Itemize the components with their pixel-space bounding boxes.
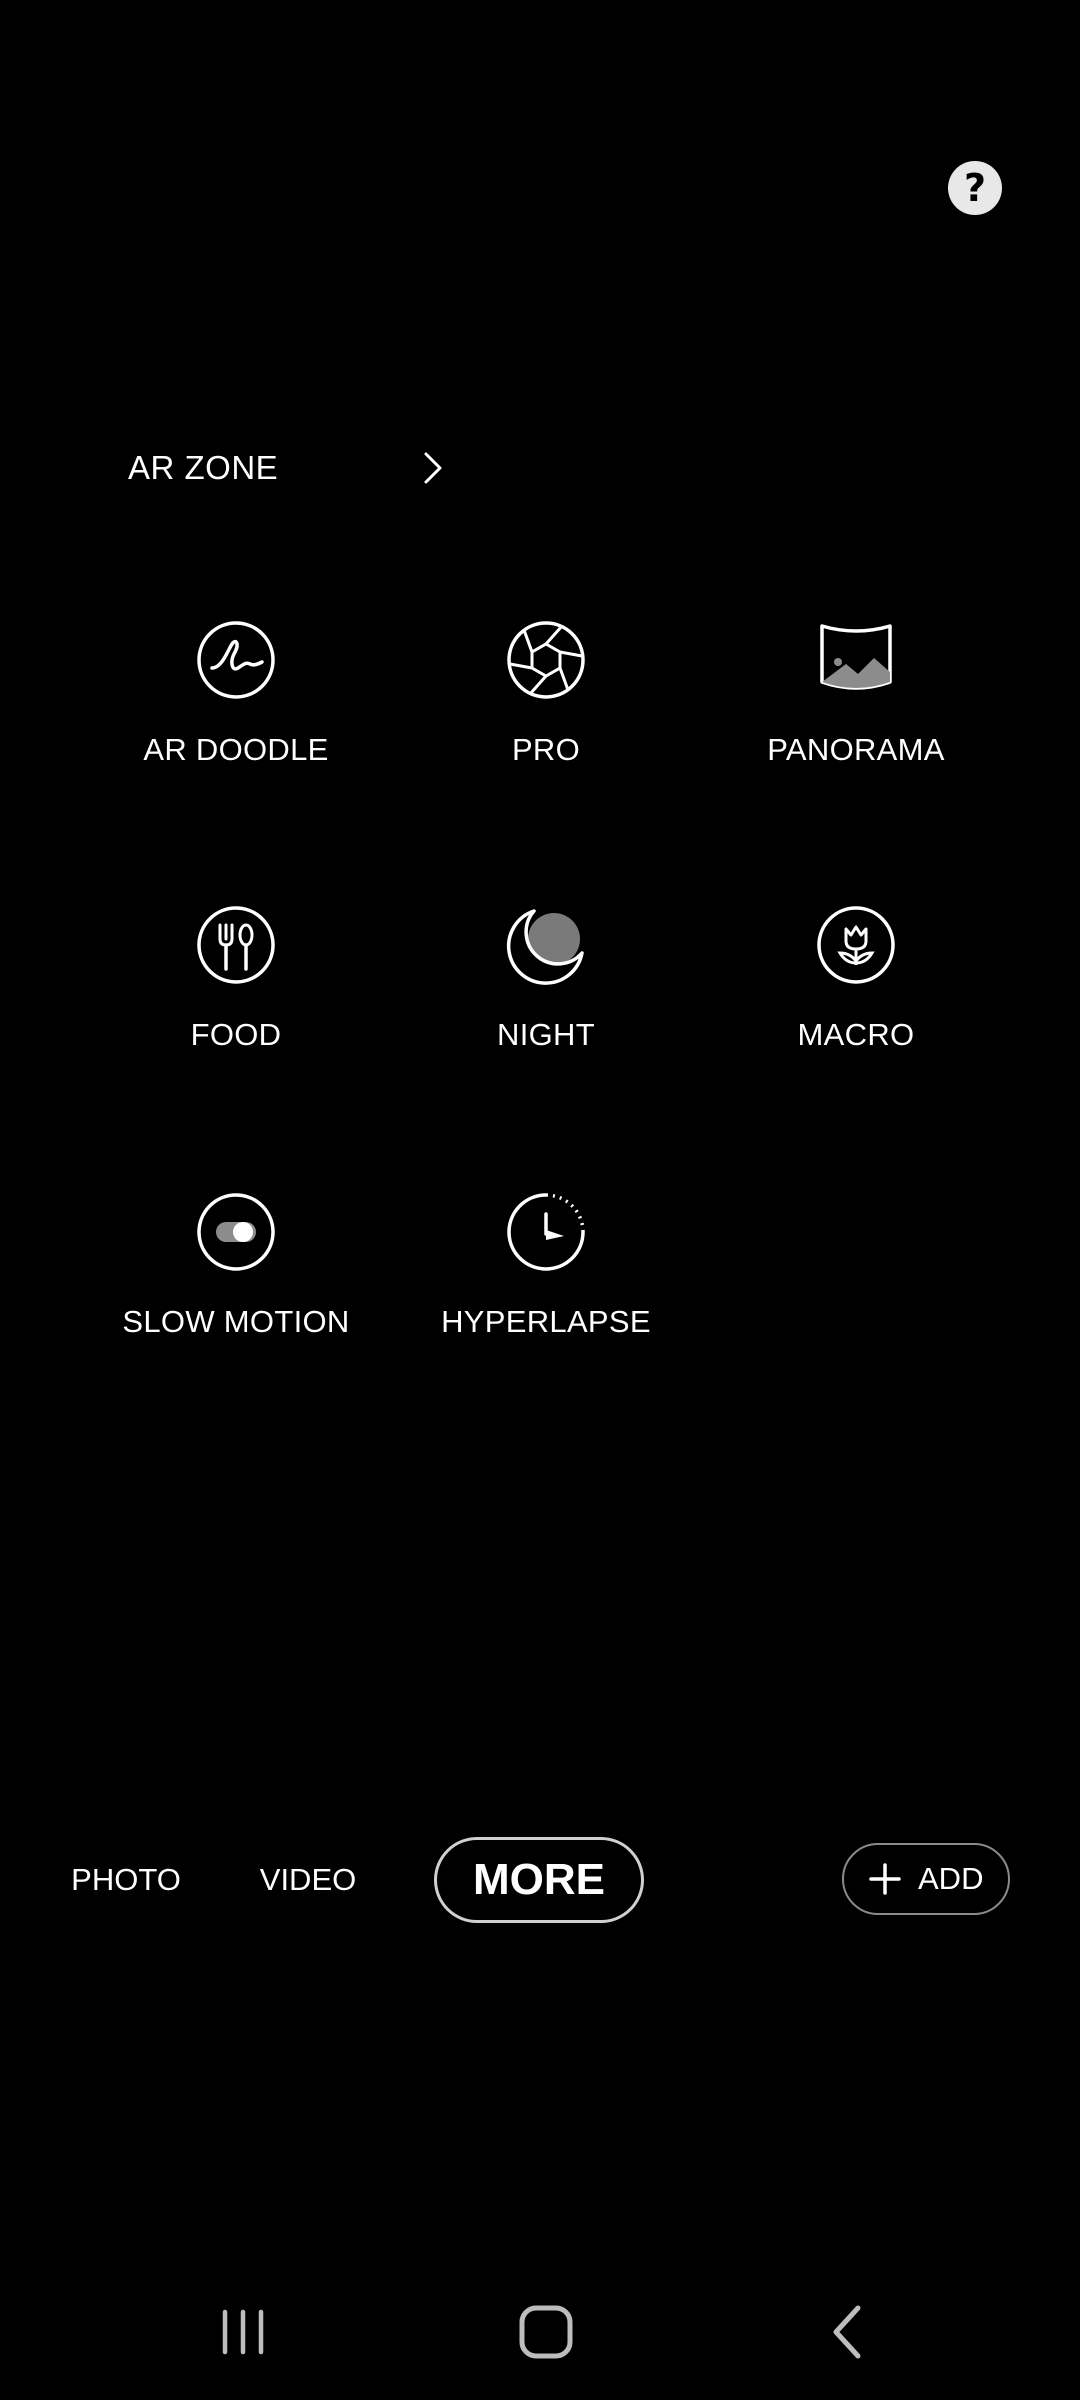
mode-label: MACRO — [797, 1017, 915, 1052]
add-button[interactable]: ADD — [842, 1843, 1010, 1915]
ar-zone-label: AR ZONE — [128, 449, 279, 486]
add-label: ADD — [918, 1861, 984, 1896]
ar-zone-link[interactable]: AR ZONE — [128, 438, 458, 498]
mode-label: AR DOODLE — [143, 732, 329, 767]
tab-video[interactable]: VIDEO — [238, 1845, 378, 1915]
flower-icon — [817, 906, 895, 984]
mode-label: SLOW MOTION — [122, 1304, 350, 1339]
chevron-right-icon — [424, 452, 442, 484]
mode-label: FOOD — [190, 1017, 282, 1052]
slow-motion-icon — [197, 1193, 275, 1271]
mode-hyperlapse[interactable]: HYPERLAPSE — [396, 1192, 696, 1372]
ar-doodle-icon — [197, 621, 275, 699]
timer-clock-icon — [507, 1193, 585, 1271]
mode-panorama[interactable]: PANORAMA — [706, 620, 1006, 800]
mode-ar-doodle[interactable]: AR DOODLE — [86, 620, 386, 800]
fork-spoon-icon — [197, 906, 275, 984]
tab-more[interactable]: MORE — [434, 1837, 644, 1923]
aperture-icon — [507, 621, 585, 699]
back-icon[interactable] — [812, 2300, 882, 2364]
moon-icon — [506, 909, 584, 985]
mode-label: PANORAMA — [767, 732, 945, 767]
help-question-icon: ? — [963, 166, 987, 210]
mode-label: NIGHT — [497, 1017, 595, 1052]
plus-icon — [869, 1863, 901, 1895]
mode-label: PRO — [511, 732, 581, 767]
mode-night[interactable]: NIGHT — [396, 905, 696, 1085]
panorama-icon — [820, 624, 892, 690]
home-icon[interactable] — [511, 2300, 581, 2364]
help-button[interactable]: ? — [948, 161, 1002, 215]
mode-macro[interactable]: MACRO — [706, 905, 1006, 1085]
recent-apps-icon[interactable] — [208, 2300, 278, 2364]
mode-slow-motion[interactable]: SLOW MOTION — [86, 1192, 386, 1372]
mode-food[interactable]: FOOD — [86, 905, 386, 1085]
mode-label: HYPERLAPSE — [441, 1304, 651, 1339]
tab-photo[interactable]: PHOTO — [56, 1845, 196, 1915]
mode-pro[interactable]: PRO — [396, 620, 696, 800]
